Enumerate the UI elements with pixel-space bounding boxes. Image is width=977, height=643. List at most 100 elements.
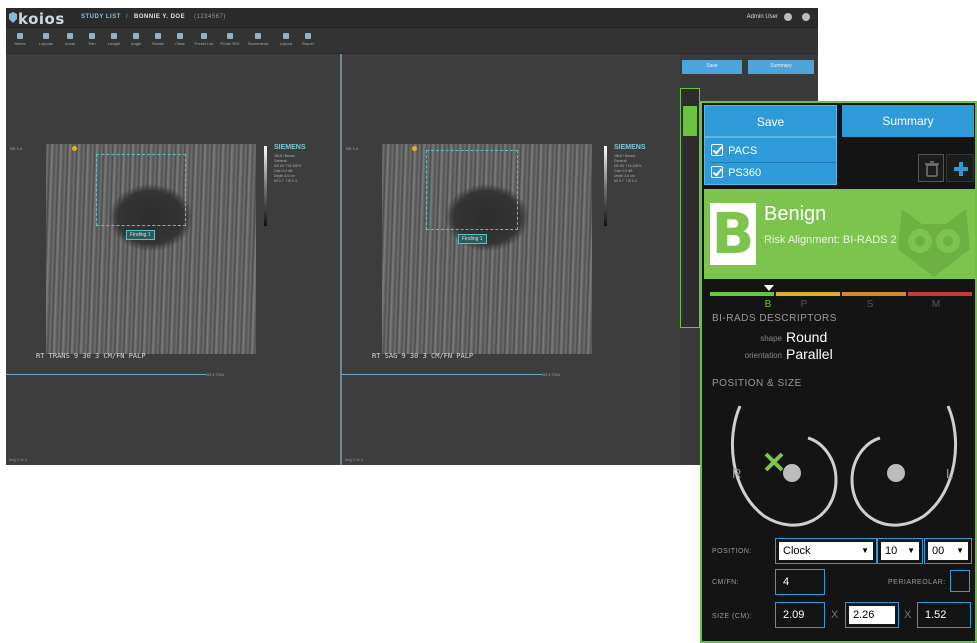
right-breast-outline: [730, 405, 838, 527]
save-option-ps360[interactable]: PS360: [711, 162, 836, 182]
save-destination-menu: PACS PS360: [704, 137, 837, 185]
right-nipple: [783, 464, 801, 482]
rotate-icon: [155, 33, 161, 39]
risk-label-s: S: [866, 299, 874, 310]
user-menu[interactable]: Admin User: [747, 14, 778, 20]
tool-pan[interactable]: Pan: [80, 31, 104, 51]
clock-hour-select[interactable]: 10 ▼: [877, 538, 923, 564]
left-nipple: [887, 464, 905, 482]
tool-zoom[interactable]: Zoom: [58, 31, 82, 51]
position-label: POSITION:: [712, 548, 752, 555]
koios-logo-icon: [9, 12, 17, 23]
chevron-down-icon: ▼: [861, 546, 869, 555]
manufacturer-label: SIEMENS: [614, 144, 646, 151]
background-save-button[interactable]: Save: [682, 60, 742, 74]
risk-segment-probably-benign: [776, 292, 840, 296]
left-side-label: L: [946, 466, 953, 481]
periareolar-checkbox[interactable]: [950, 570, 970, 592]
position-select[interactable]: Clock ▼: [775, 538, 877, 564]
birads-title: BI-RADS DESCRIPTORS: [712, 313, 837, 324]
checkbox-checked-icon[interactable]: [711, 144, 723, 156]
layout-icon: [283, 33, 289, 39]
tool-preset-list[interactable]: Preset List: [192, 31, 216, 51]
settings-icon[interactable]: [784, 13, 792, 21]
manufacturer-label: SIEMENS: [274, 144, 306, 151]
tool-length[interactable]: Length: [102, 31, 126, 51]
tool-layouts[interactable]: Layouts: [34, 31, 58, 51]
risk-segment-suspicious: [842, 292, 906, 296]
marker-dot: [72, 146, 77, 151]
ruler-value: 2D 3 TIS0: [206, 372, 224, 377]
cmfn-input[interactable]: 4: [775, 569, 825, 595]
times-sign: X: [831, 609, 839, 621]
finding-roi[interactable]: [426, 150, 518, 230]
ruler-line: [342, 374, 542, 375]
times-sign: X: [904, 609, 912, 621]
image-caption: RT TRANS 9 30 3 CM/FN PALP: [36, 352, 146, 360]
size-input-1[interactable]: 2.09: [775, 602, 825, 628]
viewer-topbar: koios STUDY LIST / BONNIE Y. DOE (123456…: [6, 8, 818, 28]
app-logo[interactable]: koios: [18, 10, 65, 28]
image-caption: RT SAG 9 30 3 CM/FN PALP: [372, 352, 474, 360]
breadcrumb-study-list[interactable]: STUDY LIST: [81, 14, 121, 20]
plus-icon: [954, 162, 968, 176]
periareolar-label: PERIAREOLAR:: [888, 579, 946, 586]
grayscale-bar: [264, 146, 267, 226]
viewer-toolbar: Series Layouts Zoom Pan Length Angle Rot…: [6, 28, 818, 54]
breast-position-diagram[interactable]: R L: [724, 398, 964, 538]
tool-screenshot[interactable]: Screenshot: [246, 31, 270, 51]
tool-report[interactable]: Report: [296, 31, 320, 51]
tool-rotate[interactable]: Rotate: [146, 31, 170, 51]
tool-series[interactable]: Series: [8, 31, 32, 51]
finding-roi[interactable]: [96, 154, 186, 226]
checkbox-checked-icon[interactable]: [711, 166, 723, 178]
risk-label-m: M: [931, 299, 941, 310]
trash-icon: [925, 161, 939, 177]
layouts-icon: [43, 33, 49, 39]
ruler-line: [6, 374, 206, 375]
delete-finding-button[interactable]: [918, 154, 944, 182]
tool-layout[interactable]: Layout: [274, 31, 298, 51]
save-option-pacs[interactable]: PACS: [711, 141, 836, 161]
right-side-label: R: [732, 466, 741, 481]
zoom-icon: [67, 33, 73, 39]
tool-angle[interactable]: Angle: [124, 31, 148, 51]
clear-icon: [177, 33, 183, 39]
pan-icon: [89, 33, 95, 39]
classification-banner: B Benign Risk Alignment: BI-RADS 2: [704, 189, 975, 279]
image-footer: Img 1 of 2: [9, 457, 27, 462]
power-icon[interactable]: [802, 13, 810, 21]
camera-icon: [255, 33, 261, 39]
ruler-value: 2D 3 TIS0: [542, 372, 560, 377]
grayscale-bar: [604, 146, 607, 226]
scan-parameters: 18L6 / Breast General DR 60 THI 100% Gai…: [614, 154, 642, 183]
size-label: SIZE (CM):: [712, 613, 752, 620]
size-input-3[interactable]: 1.52: [917, 602, 971, 628]
scan-parameters: 18L6 / Breast General DR 60 THI 100% Gai…: [274, 154, 302, 183]
size-input-2[interactable]: 2.26: [845, 602, 899, 628]
clock-minute-select[interactable]: 00 ▼: [924, 538, 972, 564]
breadcrumb-patient-id: (1234567): [194, 14, 226, 20]
finding-tag[interactable]: Finding 1: [458, 234, 487, 244]
cmfn-label: CM/FN:: [712, 579, 740, 586]
background-summary-button[interactable]: Summary: [748, 60, 814, 74]
preset-icon: [201, 33, 207, 39]
finding-tag[interactable]: Finding 1: [126, 230, 155, 240]
tool-probe-roi[interactable]: Probe ROI: [218, 31, 242, 51]
save-button[interactable]: Save: [704, 105, 837, 137]
image-pane-right[interactable]: Finding 1 RE 1.0 SIEMENS 18L6 / Breast G…: [342, 54, 680, 465]
breadcrumb-separator: /: [126, 14, 129, 20]
classification-letter: B: [710, 202, 756, 267]
risk-label-p: P: [800, 299, 808, 310]
image-pane-left[interactable]: Finding 1 RE 1.0 SIEMENS 18L6 / Breast G…: [6, 54, 340, 465]
length-icon: [111, 33, 117, 39]
add-finding-button[interactable]: [946, 154, 974, 182]
position-size-title: POSITION & SIZE: [712, 378, 802, 389]
shape-label: shape: [760, 334, 782, 343]
series-icon: [17, 33, 23, 39]
orientation-value[interactable]: Parallel: [786, 346, 833, 362]
summary-button[interactable]: Summary: [842, 105, 974, 137]
shape-value[interactable]: Round: [786, 329, 827, 345]
chevron-down-icon: ▼: [956, 546, 964, 555]
tool-clear[interactable]: Clear: [168, 31, 192, 51]
